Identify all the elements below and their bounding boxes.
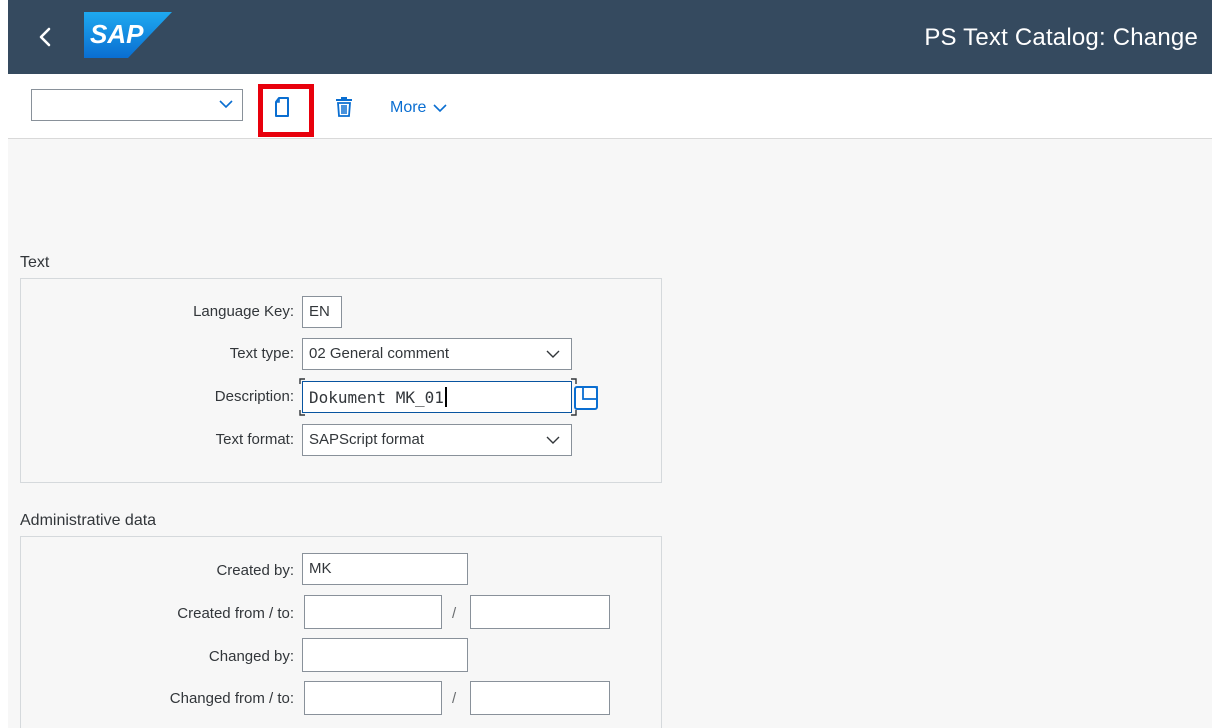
chevron-down-icon: [433, 104, 448, 113]
chevron-down-icon: [546, 436, 560, 444]
changed-separator: /: [452, 690, 457, 707]
language-key-field[interactable]: EN: [302, 296, 342, 328]
created-by-field[interactable]: MK: [302, 553, 468, 585]
chevron-left-icon: [39, 27, 51, 47]
delete-button[interactable]: [330, 93, 358, 121]
new-document-icon: [275, 97, 289, 117]
section-title-text: Text: [20, 254, 50, 271]
new-button[interactable]: [268, 93, 296, 121]
back-button[interactable]: [30, 22, 60, 52]
created-from-field[interactable]: [304, 595, 442, 629]
text-format-label: Text format:: [215, 431, 294, 448]
text-type-label: Text type:: [229, 345, 294, 362]
trash-icon: [336, 97, 352, 117]
more-button[interactable]: More: [390, 96, 448, 120]
shell-header: SAP PS Text Catalog: Change: [8, 0, 1212, 74]
created-to-field[interactable]: [470, 595, 610, 629]
focus-corners: [299, 378, 577, 416]
changed-by-field[interactable]: [302, 638, 468, 672]
changed-by-label: Changed by:: [208, 648, 294, 665]
created-separator: /: [452, 605, 457, 622]
changed-to-field[interactable]: [470, 681, 610, 715]
chevron-down-icon: [219, 100, 233, 109]
text-format-select[interactable]: SAPScript format: [302, 424, 572, 456]
value-help-icon: [574, 386, 598, 410]
section-title-admin: Administrative data: [20, 512, 157, 529]
variant-select[interactable]: [31, 89, 243, 121]
text-type-select[interactable]: 02 General comment: [302, 338, 572, 370]
text-type-value: 02 General comment: [309, 345, 450, 362]
more-label: More: [390, 99, 427, 116]
changed-from-field[interactable]: [304, 681, 442, 715]
chevron-down-icon: [546, 350, 560, 358]
value-help-button[interactable]: [574, 383, 598, 411]
changed-from-to-label: Changed from / to:: [169, 690, 294, 707]
description-label: Description:: [214, 388, 294, 405]
language-key-label: Language Key:: [193, 303, 294, 320]
created-from-to-label: Created from / to:: [177, 605, 294, 622]
toolbar: More: [8, 74, 1212, 139]
sap-logo: SAP: [84, 12, 172, 58]
page-title: PS Text Catalog: Change: [924, 24, 1198, 51]
svg-text:SAP: SAP: [90, 19, 144, 49]
text-format-value: SAPScript format: [309, 431, 425, 448]
created-by-label: Created by:: [216, 562, 294, 579]
